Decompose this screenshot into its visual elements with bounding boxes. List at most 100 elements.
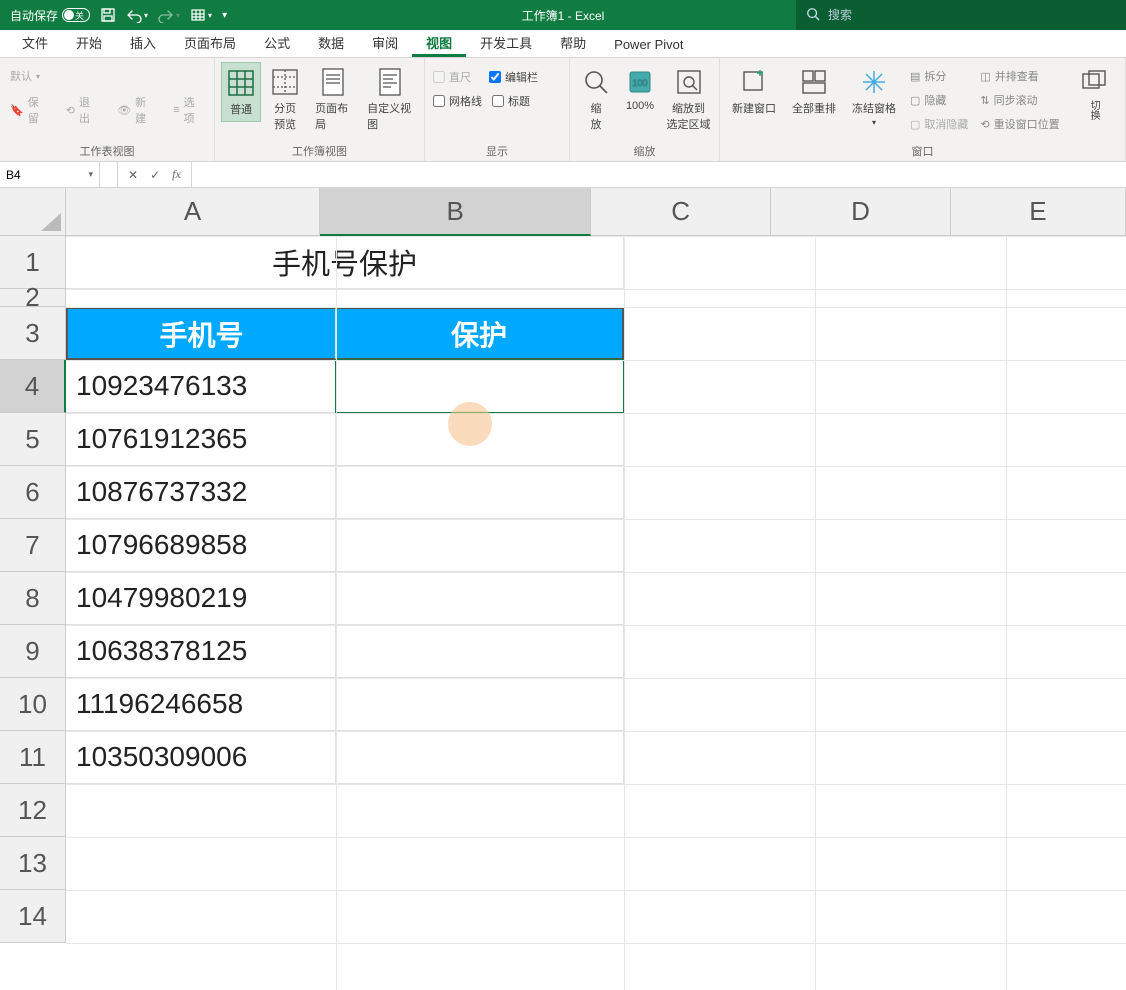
sync-scroll-button[interactable]: ⇅同步滚动 [976, 90, 1063, 110]
side-by-side-button[interactable]: ◫并排查看 [976, 66, 1063, 86]
group-label-sheetviews: 工作表视图 [6, 141, 208, 159]
protect-cell[interactable] [336, 519, 624, 572]
search-input[interactable] [828, 8, 983, 22]
tab-开始[interactable]: 开始 [62, 27, 116, 57]
sheet-view-keep[interactable]: 🔖保留 [6, 92, 52, 128]
zoom-button[interactable]: 缩 放 [576, 62, 616, 136]
tab-公式[interactable]: 公式 [250, 27, 304, 57]
row-header-14[interactable]: 14 [0, 890, 66, 943]
phone-cell[interactable]: 10638378125 [66, 625, 336, 678]
sheet-view-default[interactable]: 默认▾ [6, 66, 44, 86]
row-header-6[interactable]: 6 [0, 466, 66, 519]
phone-cell[interactable]: 10761912365 [66, 413, 336, 466]
protect-cell[interactable] [336, 360, 624, 413]
protect-cell[interactable] [336, 678, 624, 731]
qat-customize-icon[interactable]: ▾ [222, 10, 227, 21]
reset-pos-button[interactable]: ⟲重设窗口位置 [976, 114, 1063, 134]
view-page-break-button[interactable]: 分页 预览 [265, 62, 305, 136]
freeze-panes-button[interactable]: 冻结窗格 ▾ [846, 62, 902, 131]
tab-插入[interactable]: 插入 [116, 27, 170, 57]
hide-button[interactable]: ▢隐藏 [906, 90, 972, 110]
view-custom-button[interactable]: 自定义视图 [361, 62, 418, 136]
ribbon: 默认▾ 🔖保留 ⟲退出 👁新建 ≡选项 工作表视图 普通 分页 预览 页面布局 [0, 58, 1126, 162]
phone-cell[interactable]: 11196246658 [66, 678, 336, 731]
tab-文件[interactable]: 文件 [8, 27, 62, 57]
phone-cell[interactable]: 10350309006 [66, 731, 336, 784]
autosave-label: 自动保存 [10, 7, 58, 24]
arrange-icon [798, 66, 830, 98]
tab-Power Pivot[interactable]: Power Pivot [600, 31, 697, 57]
search-bar[interactable] [796, 0, 1126, 30]
switch-window-button[interactable]: 切换 [1072, 62, 1116, 124]
table-header-b[interactable]: 保护 [336, 307, 624, 360]
row-header-2[interactable]: 2 [0, 289, 66, 307]
chk-ruler[interactable]: 直尺 [431, 68, 473, 86]
row-header-12[interactable]: 12 [0, 784, 66, 837]
arrange-all-button[interactable]: 全部重排 [786, 62, 842, 120]
redo-icon[interactable]: ▾ [158, 7, 180, 23]
fx-icon[interactable]: fx [172, 167, 181, 182]
phone-cell[interactable]: 10876737332 [66, 466, 336, 519]
view-normal-button[interactable]: 普通 [221, 62, 261, 122]
col-header-A[interactable]: A [66, 188, 320, 236]
phone-cell[interactable]: 10923476133 [66, 360, 336, 413]
row-header-10[interactable]: 10 [0, 678, 66, 731]
row-header-7[interactable]: 7 [0, 519, 66, 572]
row-header-13[interactable]: 13 [0, 837, 66, 890]
title-cell[interactable]: 手机号保护 [66, 236, 624, 289]
sheet-view-new[interactable]: 👁新建 [113, 92, 159, 128]
document-title: 工作簿1 - Excel [522, 7, 605, 24]
protect-cell[interactable] [336, 625, 624, 678]
cells-area[interactable]: 手机号保护 手机号保护10923476133107619123651087673… [66, 236, 1126, 990]
zoom-100-button[interactable]: 100 100% [620, 62, 660, 116]
spreadsheet-grid[interactable]: ABCDE 1234567891011121314 手机号保护 手机号保护109… [0, 188, 1126, 990]
row-header-4[interactable]: 4 [0, 360, 66, 413]
phone-cell[interactable]: 10796689858 [66, 519, 336, 572]
table-header-a[interactable]: 手机号 [66, 307, 336, 360]
autosave-toggle[interactable]: 自动保存 关 [10, 7, 90, 24]
tab-审阅[interactable]: 审阅 [358, 27, 412, 57]
undo-icon[interactable]: ▾ [126, 7, 148, 23]
chk-formula-bar[interactable]: 编辑栏 [487, 68, 540, 86]
row-header-11[interactable]: 11 [0, 731, 66, 784]
col-header-E[interactable]: E [951, 188, 1126, 236]
row-header-5[interactable]: 5 [0, 413, 66, 466]
chk-gridlines[interactable]: 网格线 [431, 92, 484, 110]
select-all-corner[interactable] [0, 188, 66, 236]
phone-cell[interactable]: 10479980219 [66, 572, 336, 625]
row-header-3[interactable]: 3 [0, 307, 66, 360]
protect-cell[interactable] [336, 731, 624, 784]
tab-页面布局[interactable]: 页面布局 [170, 27, 250, 57]
chk-headings[interactable]: 标题 [490, 92, 532, 110]
save-icon[interactable] [100, 7, 116, 23]
unhide-button[interactable]: ▢取消隐藏 [906, 114, 972, 134]
bookmark-icon: 🔖 [10, 104, 24, 117]
view-page-layout-button[interactable]: 页面布局 [309, 62, 357, 136]
col-header-B[interactable]: B [320, 188, 591, 236]
row-header-9[interactable]: 9 [0, 625, 66, 678]
col-header-D[interactable]: D [771, 188, 951, 236]
protect-cell[interactable] [336, 572, 624, 625]
row-header-8[interactable]: 8 [0, 572, 66, 625]
sheet-view-exit[interactable]: ⟲退出 [62, 92, 103, 128]
split-button[interactable]: ▤拆分 [906, 66, 972, 86]
tab-视图[interactable]: 视图 [412, 27, 466, 57]
cancel-icon[interactable]: ✕ [128, 168, 138, 182]
sync-icon: ⇅ [980, 94, 989, 107]
formula-input[interactable] [192, 162, 1126, 187]
zoom-selection-button[interactable]: 缩放到 选定区域 [664, 62, 713, 136]
tab-帮助[interactable]: 帮助 [546, 27, 600, 57]
column-headers: ABCDE [66, 188, 1126, 236]
sheet-view-options[interactable]: ≡选项 [169, 92, 208, 128]
tab-数据[interactable]: 数据 [304, 27, 358, 57]
table-icon[interactable]: ▾ [190, 7, 212, 23]
tab-开发工具[interactable]: 开发工具 [466, 27, 546, 57]
protect-cell[interactable] [336, 413, 624, 466]
col-header-C[interactable]: C [591, 188, 771, 236]
name-box[interactable]: B4 ▾ [0, 162, 100, 187]
enter-icon[interactable]: ✓ [150, 168, 160, 182]
protect-cell[interactable] [336, 466, 624, 519]
chevron-down-icon[interactable]: ▾ [88, 169, 93, 180]
new-window-button[interactable]: 新建窗口 [726, 62, 782, 120]
group-label-show: 显示 [431, 141, 563, 159]
